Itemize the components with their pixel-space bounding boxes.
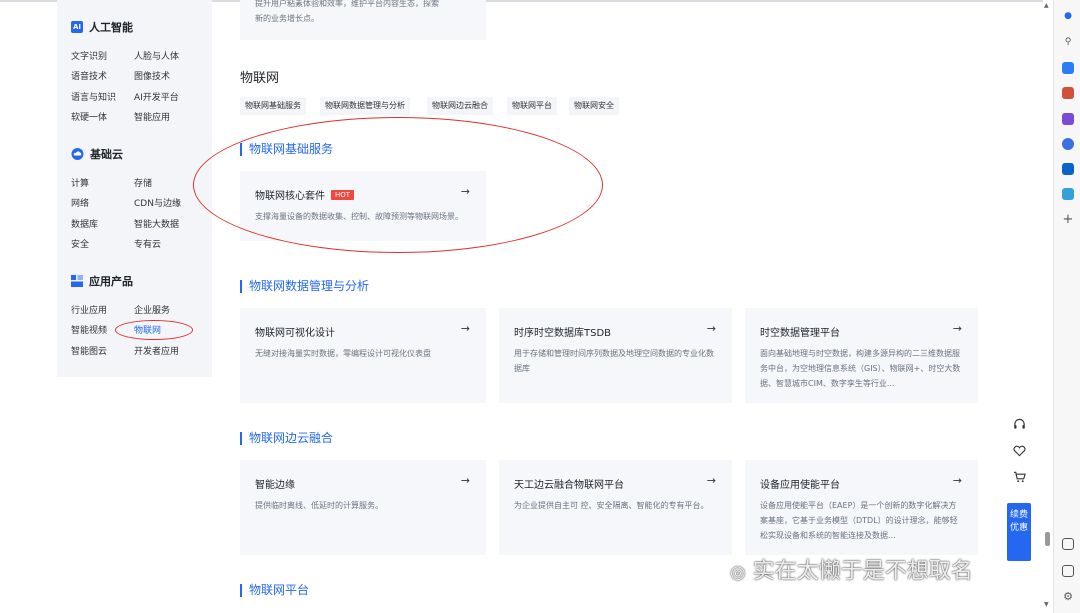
product-card[interactable]: 天工边云融合物联网平台 为企业提供自主可 控、安全隔离、智能化的专有平台。 → (499, 460, 732, 555)
annotation-ellipse-card (193, 117, 603, 253)
scroll-up-icon[interactable]: ▲ (1044, 2, 1049, 9)
toolbox-icon[interactable] (1062, 87, 1074, 99)
grid-icon (71, 275, 83, 287)
screenshot-icon[interactable] (1062, 538, 1074, 550)
arrow-right-icon: → (460, 474, 470, 487)
headset-icon[interactable] (1009, 418, 1029, 434)
card-desc: 用于存储和管理时间序列数据及地理空间数据的专业化数据库 (514, 349, 714, 373)
cart-icon[interactable] (1009, 471, 1029, 486)
tag-iot-edge[interactable]: 物联网边云融合 (427, 97, 493, 115)
card-title: 时空数据管理平台 (760, 328, 840, 339)
sidebar-item[interactable]: 网络 (71, 196, 89, 209)
card-title: 设备应用使能平台 (760, 480, 840, 491)
sidebar-toggle-icon[interactable] (1062, 565, 1074, 577)
plus-icon[interactable]: + (1062, 213, 1074, 226)
section-title: 物联网平台 (240, 584, 309, 597)
scrollbar-thumb[interactable] (1045, 532, 1050, 546)
sidebar-item[interactable]: 计算 (71, 176, 89, 189)
card-desc: 无缝对接海量实时数据，零编程设计可视化仪表盘 (255, 349, 431, 358)
sidebar-item[interactable]: CDN与边缘 (134, 196, 181, 209)
card-title: 天工边云融合物联网平台 (514, 480, 624, 491)
card-desc: 提供临时离线、低延时的计算服务。 (255, 501, 383, 510)
sidebar-item[interactable]: 人脸与人体 (134, 49, 179, 62)
scrollbar[interactable]: ▲ ▼ (1043, 0, 1053, 613)
annotation-ellipse-sidebar (115, 320, 193, 340)
card-title: 智能边缘 (255, 480, 295, 491)
page-heading: 物联网 (240, 71, 280, 86)
card-desc: 为企业提供自主可 控、安全隔离、智能化的专有平台。 (514, 501, 709, 510)
tag-iot-basic[interactable]: 物联网基础服务 (240, 97, 306, 115)
sidebar-item[interactable]: 智能视频 (71, 323, 107, 336)
scroll-down-icon[interactable]: ▼ (1044, 601, 1049, 608)
product-card[interactable]: 时空数据管理平台 面向基础地理与时空数据，构建多源异构的二三维数据服务中台，为空… (745, 308, 978, 403)
sidebar-item[interactable]: AI开发平台 (134, 90, 179, 103)
product-card[interactable]: 设备应用使能平台 设备应用使能平台（EAEP）是一个创新的数字化解决方案基座，它… (745, 460, 978, 555)
tag-iot-data[interactable]: 物联网数据管理与分析 (320, 97, 410, 115)
sidebar-item[interactable]: 专有云 (134, 237, 161, 250)
arrow-right-icon: → (706, 322, 716, 335)
card-desc: 设备应用使能平台（EAEP）是一个创新的数字化解决方案基座，它基于业务模型（DT… (760, 501, 958, 540)
cloud-icon (71, 148, 84, 160)
section-title: 物联网数据管理与分析 (240, 280, 369, 293)
sidebar-item[interactable]: 企业服务 (134, 303, 170, 316)
tag-iot-security[interactable]: 物联网安全 (569, 97, 619, 115)
group-title-ai: AI 人工智能 (71, 21, 133, 34)
card-title: 时序时空数据库TSDB (514, 328, 612, 339)
card-desc: 面向基础地理与时空数据，构建多源异构的二三维数据服务中台，为空地理信息系统（GI… (760, 349, 961, 388)
product-card[interactable]: 物联网可视化设计 无缝对接海量实时数据，零编程设计可视化仪表盘 → (240, 308, 486, 403)
watermark: ◎ 实在太懒于是不想取名 (730, 559, 973, 584)
arrow-right-icon: → (706, 474, 716, 487)
arrow-right-icon: → (952, 322, 962, 335)
card-title: 物联网可视化设计 (255, 328, 335, 339)
sidebar-item[interactable]: 数据库 (71, 217, 98, 230)
sidebar-item[interactable]: 智能图云 (71, 344, 107, 357)
card-desc-line: 提升用户粘素体验和效率，维护平台内容生态，探索 (255, 0, 439, 8)
chess-icon[interactable] (1062, 113, 1074, 125)
browser-sidebar: ● ⚲ + ⚙ (1053, 0, 1080, 613)
product-card[interactable]: 智能边缘 提供临时离线、低延时的计算服务。 → (240, 460, 486, 555)
copilot-icon[interactable] (1062, 138, 1074, 150)
search-icon[interactable]: ⚲ (1062, 36, 1074, 48)
sidebar-item[interactable]: 图像技术 (134, 69, 170, 82)
sidebar-item[interactable]: 智能应用 (134, 110, 170, 123)
sidebar-item[interactable]: 开发者应用 (134, 344, 179, 357)
arrow-right-icon: → (952, 474, 962, 487)
tag-icon[interactable] (1062, 62, 1074, 74)
gear-icon[interactable]: ⚙ (1062, 591, 1074, 603)
renewal-promo-button[interactable]: 续费优惠 (1007, 503, 1031, 561)
sidebar-item[interactable]: 语音技术 (71, 69, 107, 82)
group-title-apps: 应用产品 (71, 273, 133, 289)
section-title: 物联网边云融合 (240, 432, 333, 445)
sidebar-item[interactable]: 存储 (134, 176, 152, 189)
group-title-cloud: 基础云 (71, 146, 123, 162)
card-desc-line: 新的业务增长点。 (255, 14, 319, 23)
ai-icon: AI (71, 21, 83, 33)
wechat-icon: ◎ (730, 562, 746, 583)
arrow-right-icon: → (460, 322, 470, 335)
sidebar-item[interactable]: 文字识别 (71, 49, 107, 62)
product-card[interactable]: 时序时空数据库TSDB 用于存储和管理时间序列数据及地理空间数据的专业化数据库 … (499, 308, 732, 403)
sidebar-item[interactable]: 软硬一体 (71, 110, 107, 123)
sidebar-item[interactable]: 语言与知识 (71, 90, 116, 103)
heart-icon[interactable] (1009, 445, 1029, 460)
sidebar-item[interactable]: 行业应用 (71, 303, 107, 316)
tag-iot-platform[interactable]: 物联网平台 (507, 97, 557, 115)
sidebar-item[interactable]: 智能大数据 (134, 217, 179, 230)
bell-icon[interactable]: ● (1062, 10, 1074, 22)
outlook-icon[interactable] (1062, 163, 1074, 175)
top-partial-card[interactable]: 提升用户粘素体验和效率，维护平台内容生态，探索 新的业务增长点。 (240, 0, 486, 40)
send-icon[interactable] (1062, 188, 1074, 200)
sidebar-item[interactable]: 安全 (71, 237, 89, 250)
